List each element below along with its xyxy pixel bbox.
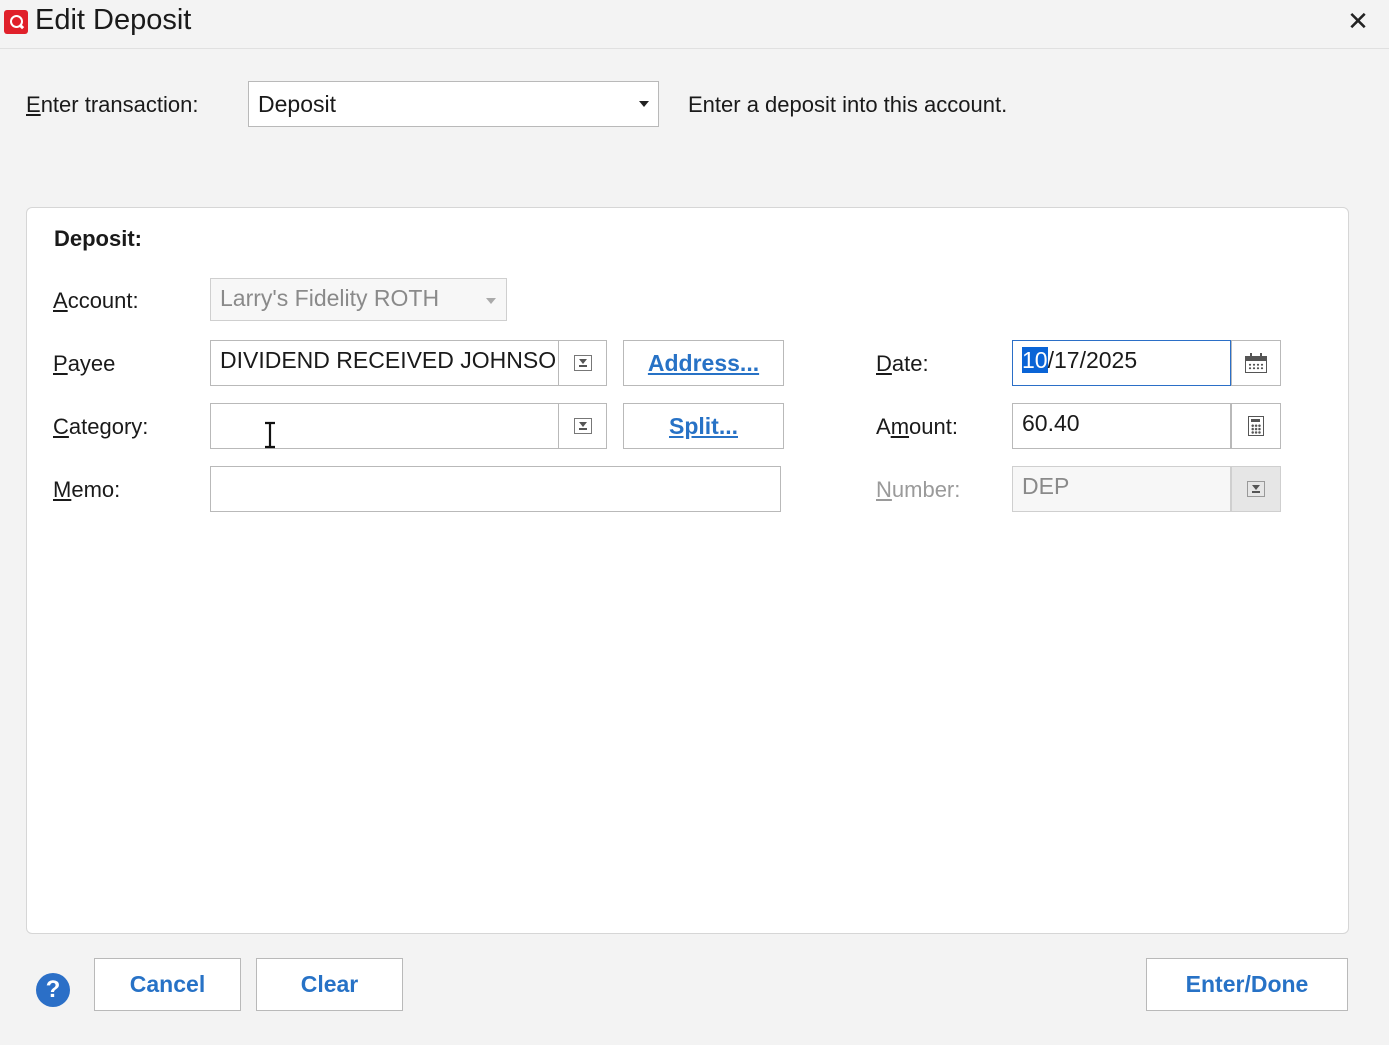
memo-input[interactable]	[210, 466, 781, 512]
date-value: 10/17/2025	[1022, 347, 1137, 374]
list-picker-icon	[573, 355, 592, 371]
enter-done-label: Enter/Done	[1185, 971, 1309, 997]
payee-label: Payee	[53, 351, 116, 376]
date-input[interactable]: 10/17/2025	[1012, 340, 1231, 386]
calendar-button[interactable]	[1231, 340, 1281, 386]
chevron-down-icon	[639, 101, 649, 107]
payee-list-button[interactable]	[558, 340, 607, 386]
account-label: Account:	[53, 288, 139, 313]
split-button[interactable]: Split...	[623, 403, 784, 449]
calculator-button[interactable]	[1231, 403, 1281, 449]
calendar-icon	[1245, 353, 1267, 373]
text-cursor-icon	[265, 421, 275, 449]
account-value: Larry's Fidelity ROTH	[220, 285, 440, 311]
title-bar	[0, 0, 1389, 49]
cancel-button[interactable]: Cancel	[94, 958, 241, 1011]
number-list-button	[1231, 466, 1281, 512]
amount-value: 60.40	[1022, 410, 1080, 436]
category-label: Category:	[53, 414, 149, 439]
list-picker-icon	[1247, 481, 1265, 497]
transaction-type-value: Deposit	[258, 91, 336, 117]
date-selected-part: 10	[1022, 347, 1048, 373]
chevron-down-icon	[486, 298, 496, 304]
transaction-description: Enter a deposit into this account.	[688, 92, 1008, 117]
split-button-label: Split...	[669, 412, 738, 439]
date-label: Date:	[876, 351, 929, 376]
quicken-logo-icon	[4, 10, 28, 34]
close-button[interactable]: ✕	[1343, 6, 1373, 36]
address-button[interactable]: Address...	[623, 340, 784, 386]
number-label: Number:	[876, 477, 961, 502]
clear-button[interactable]: Clear	[256, 958, 403, 1011]
amount-label: Amount:	[876, 414, 958, 439]
transaction-type-label: Enter transaction:	[26, 92, 198, 118]
list-picker-icon	[573, 418, 592, 434]
calculator-icon	[1248, 416, 1264, 436]
date-rest: /17/2025	[1047, 347, 1138, 373]
help-icon[interactable]: ?	[36, 973, 70, 1007]
payee-value: DIVIDEND RECEIVED JOHNSON	[220, 347, 573, 373]
transaction-type-label-text: nter transaction:	[40, 92, 199, 117]
amount-input[interactable]: 60.40	[1012, 403, 1231, 449]
enter-done-button[interactable]: Enter/Done	[1146, 958, 1348, 1011]
section-title: Deposit:	[54, 226, 142, 251]
number-input: DEP	[1012, 466, 1231, 512]
payee-input[interactable]: DIVIDEND RECEIVED JOHNSON	[210, 340, 573, 386]
memo-label: Memo:	[53, 477, 121, 502]
window-title: Edit Deposit	[35, 4, 192, 36]
transaction-type-select[interactable]: Deposit	[248, 81, 659, 127]
account-select[interactable]: Larry's Fidelity ROTH	[210, 278, 507, 321]
number-value: DEP	[1022, 473, 1070, 499]
transaction-type-label-accesskey: E	[26, 92, 41, 117]
address-button-label: Address...	[647, 349, 760, 376]
category-list-button[interactable]	[558, 403, 607, 449]
